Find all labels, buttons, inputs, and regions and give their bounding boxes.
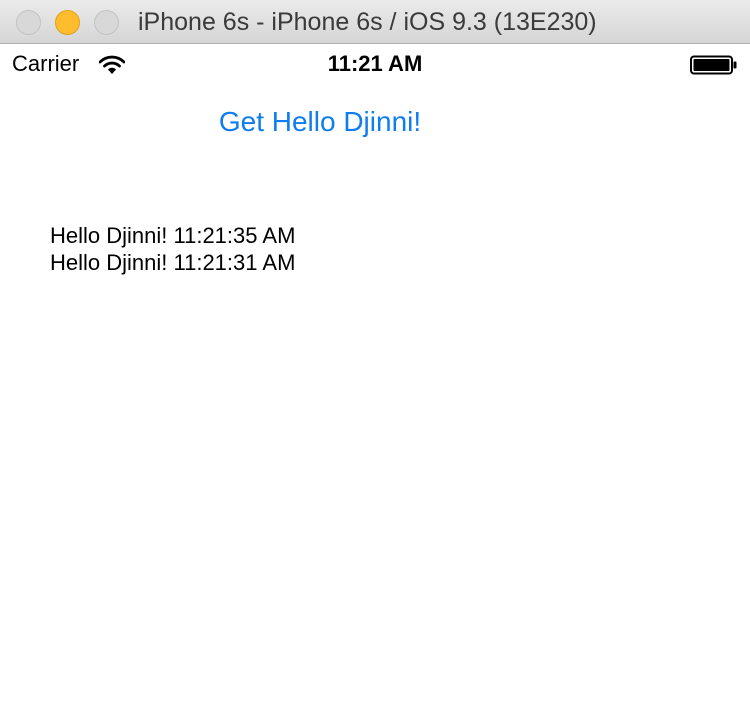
minimize-window-button[interactable] bbox=[55, 10, 80, 35]
hello-log-list: Hello Djinni! 11:21:35 AM Hello Djinni! … bbox=[50, 222, 295, 276]
get-hello-djinni-button[interactable]: Get Hello Djinni! bbox=[0, 106, 640, 138]
simulator-window: iPhone 6s - iPhone 6s / iOS 9.3 (13E230)… bbox=[0, 0, 750, 710]
log-entry: Hello Djinni! 11:21:31 AM bbox=[50, 250, 296, 275]
zoom-window-button[interactable] bbox=[94, 10, 119, 35]
battery-icon bbox=[690, 55, 737, 75]
close-window-button[interactable] bbox=[16, 10, 41, 35]
window-title: iPhone 6s - iPhone 6s / iOS 9.3 (13E230) bbox=[138, 8, 597, 36]
status-time: 11:21 AM bbox=[327, 51, 423, 76]
ios-status-bar: Carrier 11:21 AM bbox=[0, 45, 750, 85]
log-entry: Hello Djinni! 11:21:35 AM bbox=[50, 223, 296, 248]
title-bar: iPhone 6s - iPhone 6s / iOS 9.3 (13E230) bbox=[0, 0, 750, 44]
